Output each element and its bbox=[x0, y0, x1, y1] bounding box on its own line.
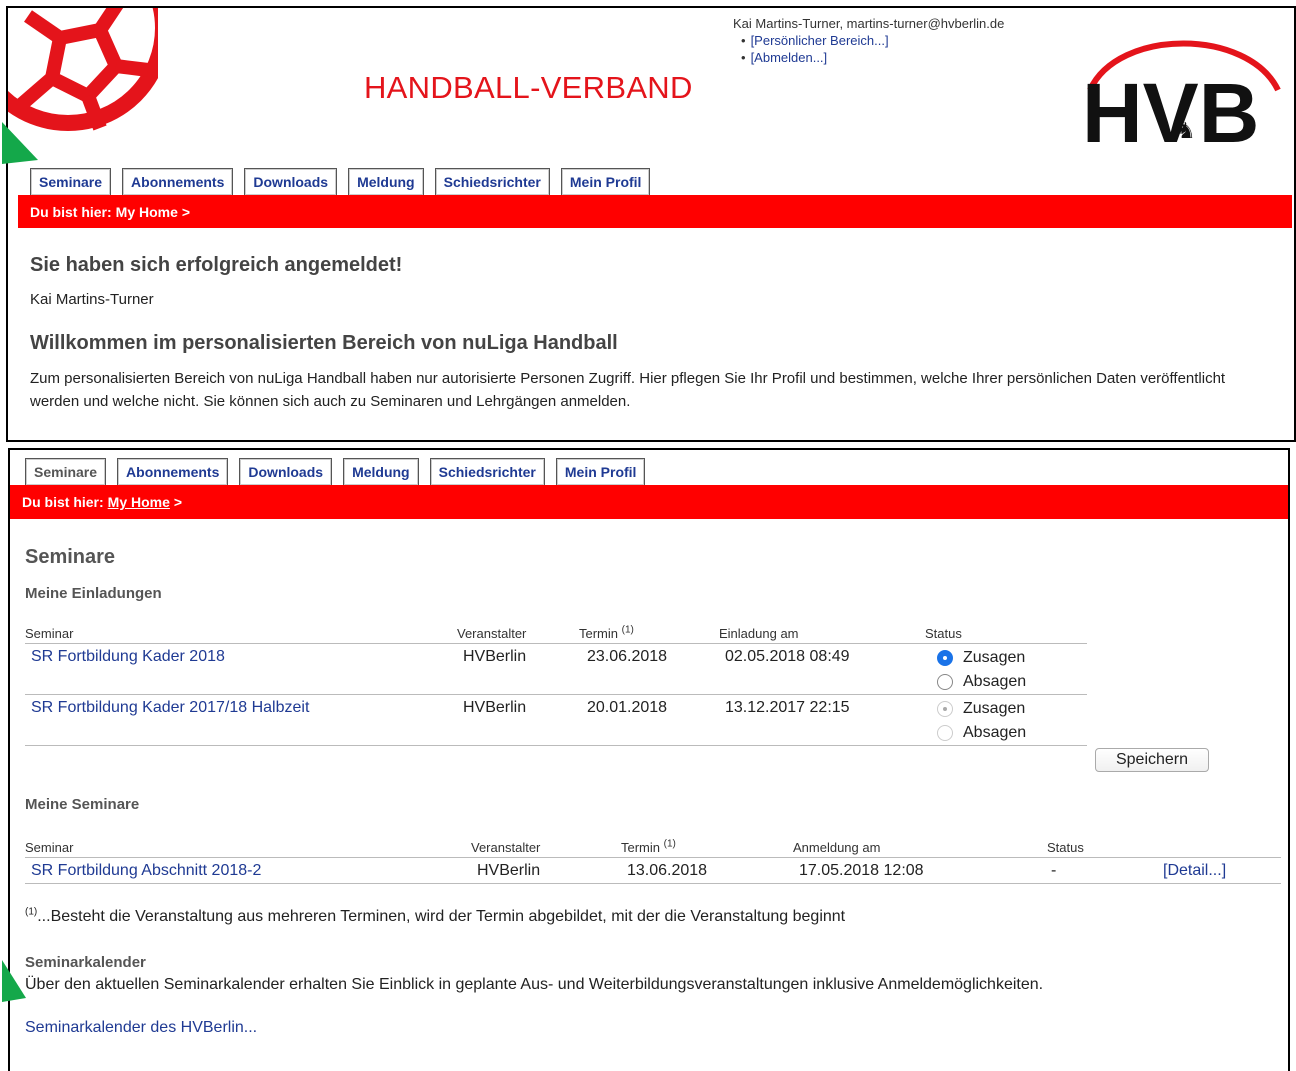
tab-downloads[interactable]: Downloads bbox=[239, 458, 333, 485]
table-row: SR Fortbildung Kader 2017/18 Halbzeit HV… bbox=[25, 694, 1087, 746]
seminar-link[interactable]: SR Fortbildung Abschnitt 2018-2 bbox=[31, 862, 261, 879]
tab-schiedsrichter[interactable]: Schiedsrichter bbox=[434, 168, 550, 195]
breadcrumb-prefix: Du bist hier: bbox=[22, 494, 104, 510]
table-header-row: Seminar Veranstalter Termin (1) Anmeldun… bbox=[25, 839, 1281, 858]
welcome-text: Zum personalisierten Bereich von nuLiga … bbox=[30, 370, 1226, 410]
invitations-table: Seminar Veranstalter Termin (1) Einladun… bbox=[25, 625, 1087, 746]
invitations-heading: Meine Einladungen bbox=[25, 585, 162, 602]
date-cell: 20.01.2018 bbox=[579, 694, 719, 746]
registered-cell: 17.05.2018 12:08 bbox=[793, 857, 1047, 884]
detail-link[interactable]: [Detail...] bbox=[1163, 862, 1226, 879]
invited-cell: 13.12.2017 22:15 bbox=[719, 694, 925, 746]
organization-title: HANDBALL-VERBAND bbox=[364, 70, 693, 105]
breadcrumb-separator: > bbox=[181, 203, 191, 220]
table-header-row: Seminar Veranstalter Termin (1) Einladun… bbox=[25, 625, 1087, 644]
homepage-panel: HANDBALL-VERBAND Kai Martins-Turner, mar… bbox=[6, 6, 1296, 442]
seminars-panel: Seminare Abonnements Downloads Meldung S… bbox=[8, 448, 1290, 1071]
col-organizer: Veranstalter bbox=[457, 626, 579, 644]
welcome-heading: Willkommen im personalisierten Bereich v… bbox=[30, 332, 618, 354]
col-invited: Einladung am bbox=[719, 626, 925, 644]
my-seminars-table: Seminar Veranstalter Termin (1) Anmeldun… bbox=[25, 839, 1281, 884]
table-row: SR Fortbildung Abschnitt 2018-2 HVBerlin… bbox=[25, 857, 1281, 884]
breadcrumb: Du bist hier: My Home > bbox=[10, 485, 1288, 519]
annotation-arrow-icon bbox=[2, 122, 38, 164]
calendar-text: Über den aktuellen Seminarkalender erhal… bbox=[25, 976, 1044, 993]
tab-seminare[interactable]: Seminare bbox=[30, 168, 112, 195]
col-date: Termin (1) bbox=[621, 839, 793, 858]
col-status: Status bbox=[925, 626, 1087, 644]
user-name: Kai Martins-Turner bbox=[30, 291, 154, 308]
annotation-arrow-icon bbox=[2, 960, 26, 1002]
user-line: Kai Martins-Turner, martins-turner@hvber… bbox=[733, 16, 1005, 31]
accept-radio bbox=[937, 701, 953, 717]
col-seminar: Seminar bbox=[25, 840, 471, 858]
footnote-text: ...Besteht die Veranstaltung aus mehrere… bbox=[37, 908, 846, 925]
breadcrumb-home-link[interactable]: My Home bbox=[108, 494, 170, 510]
tab-schiedsrichter[interactable]: Schiedsrichter bbox=[429, 458, 545, 485]
decline-radio[interactable] bbox=[937, 674, 953, 690]
calendar-link[interactable]: Seminarkalender des HVBerlin... bbox=[25, 1019, 257, 1037]
page-title: Seminare bbox=[25, 546, 116, 568]
decline-option: Absagen bbox=[937, 721, 1087, 745]
tab-seminare[interactable]: Seminare bbox=[25, 458, 107, 485]
col-seminar: Seminar bbox=[25, 626, 457, 644]
tab-mein-profil[interactable]: Mein Profil bbox=[555, 458, 646, 485]
breadcrumb-prefix: Du bist hier: bbox=[30, 203, 112, 220]
table-row: SR Fortbildung Kader 2018 HVBerlin 23.06… bbox=[25, 643, 1087, 695]
col-date: Termin (1) bbox=[579, 625, 719, 644]
hvb-logo: HVB ♞ bbox=[1082, 40, 1281, 150]
invited-cell: 02.05.2018 08:49 bbox=[719, 643, 925, 695]
my-seminars-heading: Meine Seminare bbox=[25, 796, 140, 813]
logout-link[interactable]: [Abmelden...] bbox=[751, 50, 828, 65]
status-cell: - bbox=[1047, 857, 1141, 884]
tab-downloads[interactable]: Downloads bbox=[244, 168, 338, 195]
col-status: Status bbox=[1047, 840, 1141, 858]
date-cell: 23.06.2018 bbox=[579, 643, 719, 695]
accept-radio[interactable] bbox=[937, 650, 953, 666]
status-cell: Zusagen Absagen bbox=[925, 694, 1087, 746]
tab-mein-profil[interactable]: Mein Profil bbox=[560, 168, 651, 195]
hvb-logo-text: HVB bbox=[1082, 66, 1259, 150]
tab-meldung[interactable]: Meldung bbox=[348, 168, 424, 195]
seminar-link[interactable]: SR Fortbildung Kader 2017/18 Halbzeit bbox=[31, 699, 309, 716]
organizer-cell: HVBerlin bbox=[457, 643, 579, 695]
decline-option[interactable]: Absagen bbox=[937, 670, 1087, 694]
col-detail bbox=[1141, 840, 1281, 858]
breadcrumb: Du bist hier: My Home > bbox=[18, 195, 1292, 228]
decline-radio bbox=[937, 725, 953, 741]
tab-abonnements[interactable]: Abonnements bbox=[122, 168, 234, 195]
seminars-nav-tabs: Seminare Abonnements Downloads Meldung S… bbox=[25, 458, 646, 485]
seminar-link[interactable]: SR Fortbildung Kader 2018 bbox=[31, 648, 225, 665]
breadcrumb-home[interactable]: My Home bbox=[116, 204, 178, 220]
footnote: (1)...Besteht die Veranstaltung aus mehr… bbox=[25, 906, 846, 926]
organizer-cell: HVBerlin bbox=[457, 694, 579, 746]
user-info: Kai Martins-Turner, martins-turner@hvber… bbox=[733, 15, 1004, 66]
tab-abonnements[interactable]: Abonnements bbox=[117, 458, 229, 485]
footnote-mark: (1) bbox=[25, 906, 38, 918]
organizer-cell: HVBerlin bbox=[471, 857, 621, 884]
main-nav-tabs: Seminare Abonnements Downloads Meldung S… bbox=[30, 168, 651, 195]
accept-option[interactable]: Zusagen bbox=[937, 646, 1087, 670]
accept-option: Zusagen bbox=[937, 697, 1087, 721]
col-registered: Anmeldung am bbox=[793, 840, 1047, 858]
login-heading: Sie haben sich erfolgreich angemeldet! bbox=[30, 254, 403, 276]
calendar-heading: Seminarkalender bbox=[25, 954, 146, 971]
svg-text:♞: ♞ bbox=[1176, 119, 1196, 144]
tab-meldung[interactable]: Meldung bbox=[343, 458, 419, 485]
col-organizer: Veranstalter bbox=[471, 840, 621, 858]
date-cell: 13.06.2018 bbox=[621, 857, 793, 884]
save-button[interactable]: Speichern bbox=[1095, 748, 1209, 772]
status-cell: Zusagen Absagen bbox=[925, 643, 1087, 695]
personal-area-link[interactable]: [Persönlicher Bereich...] bbox=[751, 33, 889, 48]
breadcrumb-separator: > bbox=[173, 494, 183, 510]
